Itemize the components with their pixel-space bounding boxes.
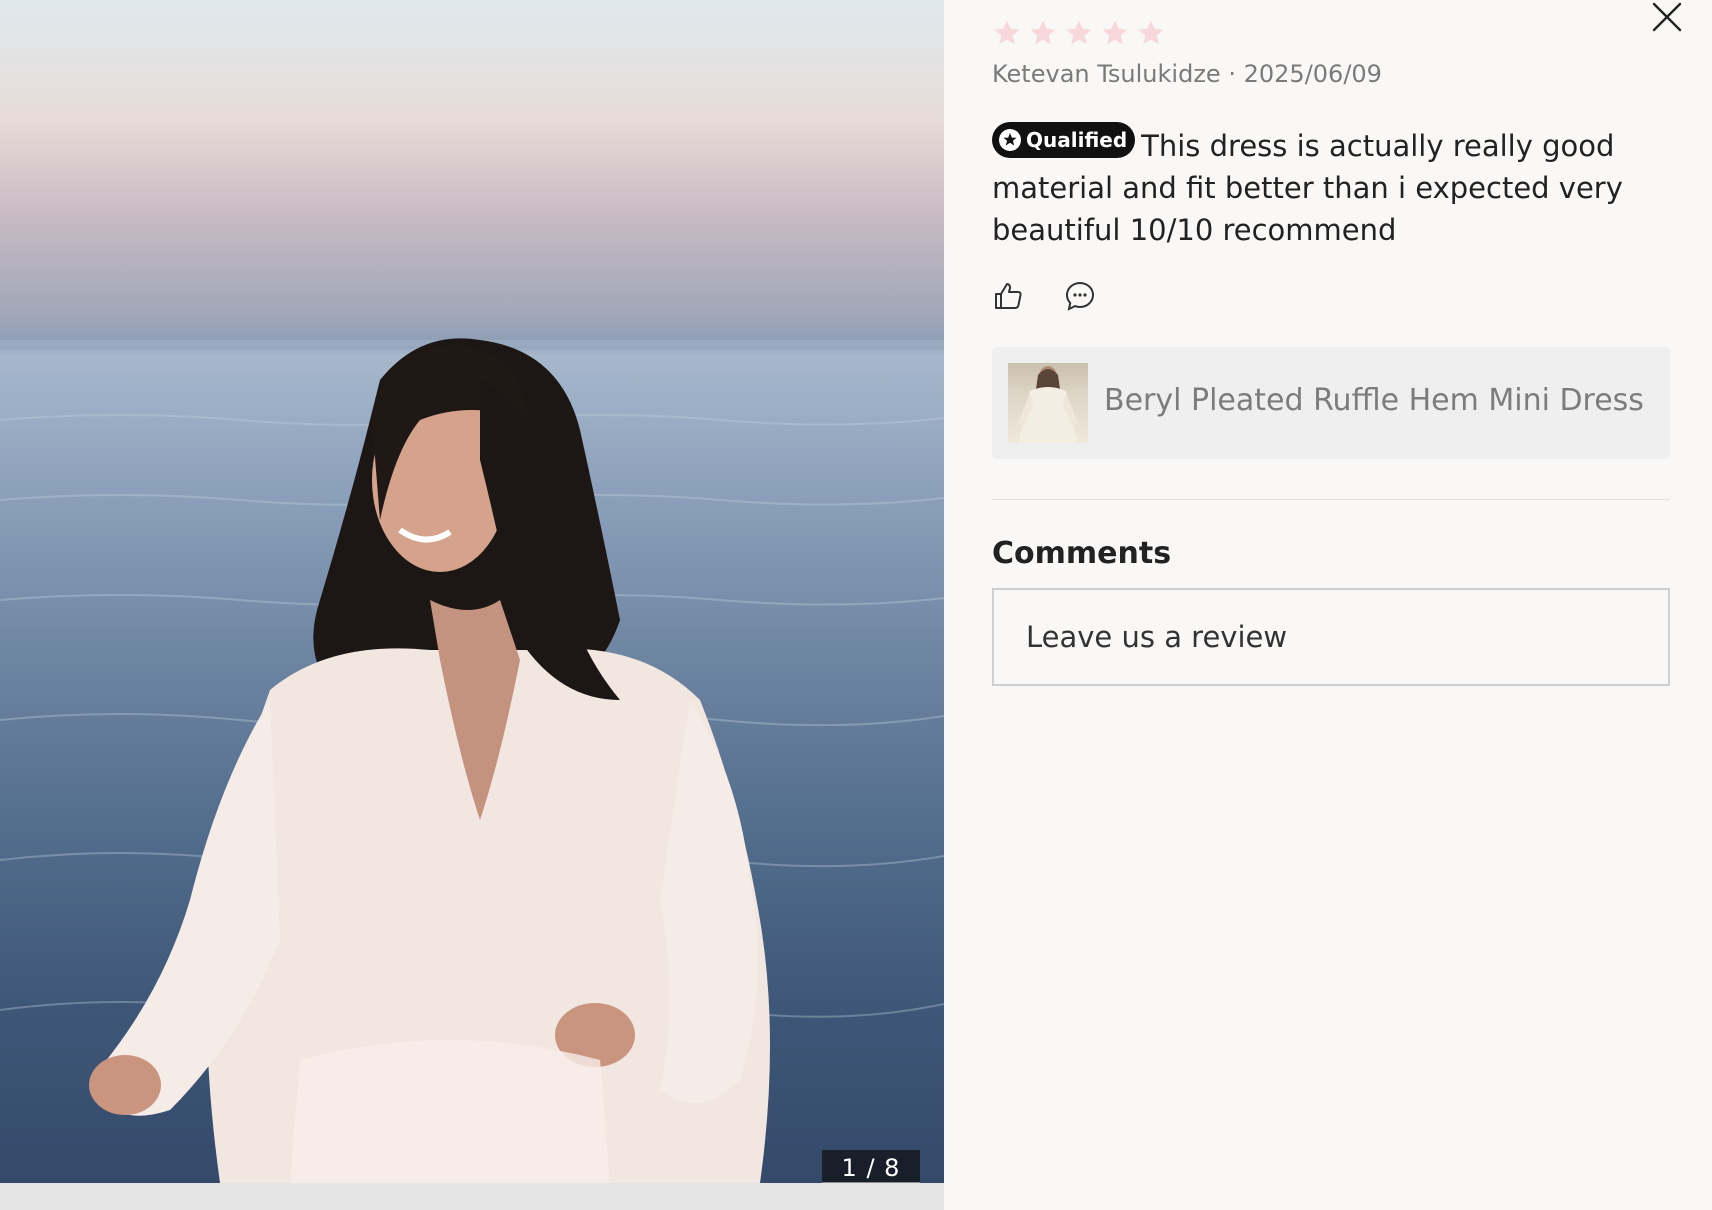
comments-heading: Comments (992, 536, 1172, 571)
section-divider (992, 499, 1670, 500)
review-actions (992, 280, 1096, 312)
counter-progress-bar (822, 1182, 920, 1183)
media-panel: 1 / 8 (0, 0, 944, 1210)
meta-separator: · (1228, 60, 1236, 88)
product-name: Beryl Pleated Ruffle Hem Mini Dress (1104, 383, 1644, 418)
leave-review-input[interactable]: Leave us a review (992, 588, 1670, 686)
close-icon (1652, 2, 1682, 32)
rating-stars (992, 18, 1166, 48)
review-modal: 1 / 8 Ketevan Tsulukidze · 2025/06/09 Qu… (0, 0, 1712, 1210)
photo-illustration (0, 338, 944, 1183)
leave-review-placeholder: Leave us a review (1026, 620, 1288, 654)
review-photo[interactable]: 1 / 8 (0, 0, 944, 1183)
product-thumbnail (1008, 363, 1088, 443)
star-icon (994, 20, 1020, 45)
verified-star-icon (999, 129, 1021, 151)
review-body: Qualified This dress is actually really … (992, 122, 1632, 251)
star-icon (1138, 20, 1164, 45)
product-card[interactable]: Beryl Pleated Ruffle Hem Mini Dress (992, 347, 1670, 459)
qualified-badge-label: Qualified (1026, 128, 1128, 152)
thumbs-up-icon[interactable] (992, 280, 1024, 312)
comment-bubble-icon[interactable] (1064, 280, 1096, 312)
close-button[interactable] (1648, 0, 1684, 36)
star-icon (1030, 20, 1056, 45)
review-author: Ketevan Tsulukidze (992, 60, 1221, 88)
star-icon (1102, 20, 1128, 45)
review-meta: Ketevan Tsulukidze · 2025/06/09 (992, 60, 1382, 88)
review-date: 2025/06/09 (1243, 60, 1382, 88)
star-icon (1066, 20, 1092, 45)
product-thumbnail-illustration (1018, 366, 1078, 443)
image-counter: 1 / 8 (822, 1150, 920, 1183)
qualified-badge: Qualified (992, 122, 1136, 158)
